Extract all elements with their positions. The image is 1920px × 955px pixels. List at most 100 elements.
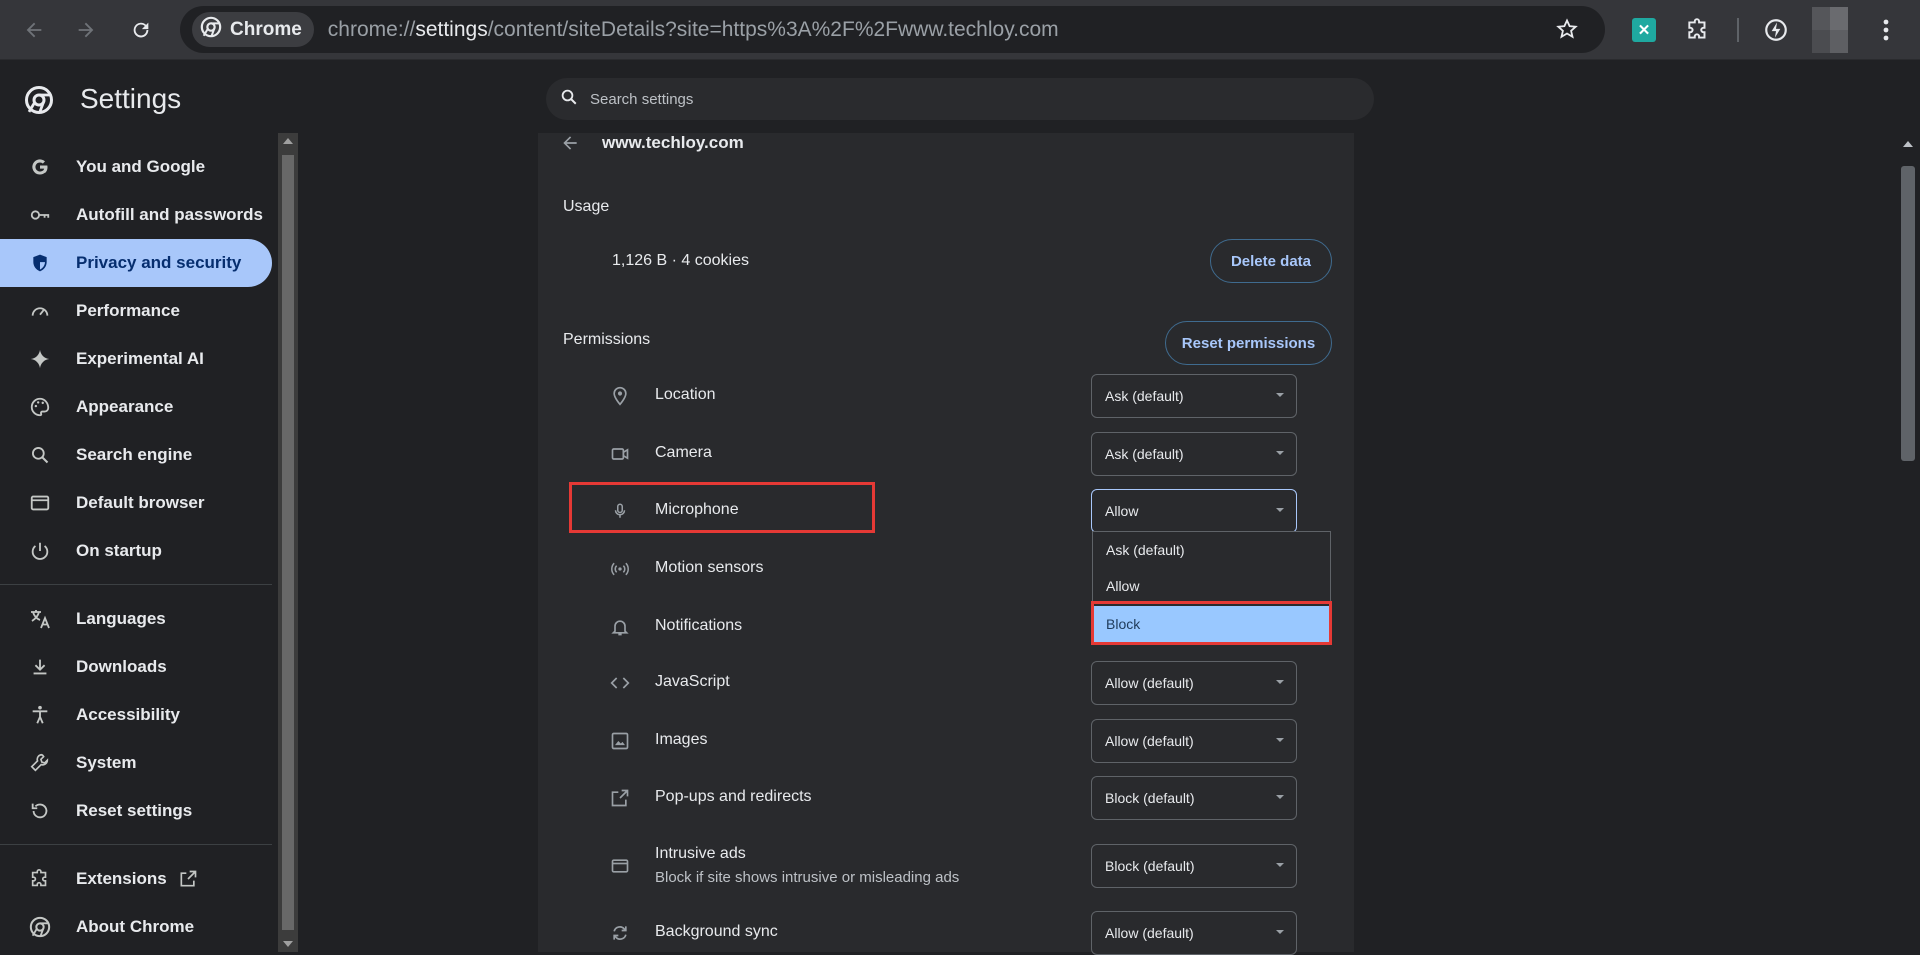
scroll-up-arrow-icon[interactable] <box>1903 141 1913 147</box>
sidebar-item-label: Languages <box>76 609 166 628</box>
puzzle-icon <box>28 867 52 891</box>
sidebar-scrollbar[interactable] <box>278 133 298 952</box>
sidebar-divider <box>0 584 272 585</box>
camera-icon <box>608 442 632 466</box>
translate-icon <box>28 607 52 631</box>
reset-permissions-button[interactable]: Reset permissions <box>1165 321 1332 365</box>
url-text[interactable]: chrome://settings/content/siteDetails?si… <box>328 18 1059 42</box>
sidebar-item-label: Downloads <box>76 657 167 676</box>
sidebar-item-privacy[interactable]: Privacy and security <box>0 239 272 287</box>
sidebar-item-label: Performance <box>76 301 180 320</box>
sidebar-item-accessibility[interactable]: Accessibility <box>0 691 272 739</box>
chrome-logo-icon <box>200 16 222 44</box>
image-icon <box>608 729 632 753</box>
scrollbar-thumb[interactable] <box>1901 166 1915 461</box>
main-scrollbar[interactable] <box>1896 133 1920 952</box>
caret-down-icon <box>1276 393 1284 397</box>
permission-label-notifications: Notifications <box>655 617 743 634</box>
wrench-icon <box>28 751 52 775</box>
permission-label-images: Images <box>655 731 708 748</box>
sidebar-item-label: Search engine <box>76 445 193 464</box>
sidebar-item-system[interactable]: System <box>0 739 272 787</box>
permission-label-location: Location <box>655 386 716 403</box>
sidebar-item-label: Default browser <box>76 493 205 512</box>
sidebar-item-downloads[interactable]: Downloads <box>0 643 272 691</box>
sidebar-item-you-and-google[interactable]: You and Google <box>0 143 272 191</box>
sidebar-item-performance[interactable]: Performance <box>0 287 272 335</box>
chrome-logo-icon <box>24 85 54 120</box>
microphone-select[interactable]: Allow <box>1091 489 1297 533</box>
avatar[interactable] <box>1812 7 1848 53</box>
sparkle-icon <box>28 347 52 371</box>
extension-icon[interactable]: ✕ <box>1626 12 1662 48</box>
kebab-menu-icon[interactable] <box>1868 12 1904 48</box>
delete-data-button[interactable]: Delete data <box>1210 239 1332 283</box>
intrusive-ads-select[interactable]: Block (default) <box>1091 844 1297 888</box>
permissions-heading: Permissions <box>563 331 651 348</box>
block-option-highlight-box <box>1091 601 1332 645</box>
sidebar-item-label: Extensions <box>76 869 167 888</box>
caret-down-icon <box>1276 738 1284 742</box>
site-chip[interactable]: Chrome <box>192 12 314 47</box>
sidebar-item-label: You and Google <box>76 157 206 176</box>
reload-icon[interactable] <box>121 10 161 50</box>
chrome-logo-icon <box>28 915 52 939</box>
sidebar-item-extensions[interactable]: Extensions <box>0 855 272 903</box>
camera-select[interactable]: Ask (default) <box>1091 432 1297 476</box>
scrollbar-thumb[interactable] <box>282 155 294 930</box>
permission-label-camera: Camera <box>655 444 712 461</box>
sidebar-item-autofill[interactable]: Autofill and passwords <box>0 191 272 239</box>
sidebar-item-languages[interactable]: Languages <box>0 595 272 643</box>
forward-arrow-icon[interactable] <box>66 10 106 50</box>
sidebar-item-appearance[interactable]: Appearance <box>0 383 272 431</box>
caret-down-icon <box>1276 508 1284 512</box>
reset-icon <box>28 799 52 823</box>
intrusive-ads-description: Block if site shows intrusive or mislead… <box>655 869 960 886</box>
sidebar-item-on-startup[interactable]: On startup <box>0 527 272 575</box>
caret-down-icon <box>1276 930 1284 934</box>
search-icon <box>560 88 578 111</box>
sidebar-item-label: Appearance <box>76 397 174 416</box>
back-arrow-icon[interactable] <box>560 133 580 158</box>
sidebar-item-label: Privacy and security <box>76 253 242 272</box>
search-bar[interactable] <box>546 78 1374 120</box>
sidebar-item-label: Reset settings <box>76 801 193 820</box>
sidebar-item-label: System <box>76 753 137 772</box>
back-arrow-icon[interactable] <box>14 10 54 50</box>
location-pin-icon <box>608 384 632 408</box>
accessibility-icon <box>28 703 52 727</box>
download-icon <box>28 655 52 679</box>
javascript-select[interactable]: Allow (default) <box>1091 661 1297 705</box>
location-select[interactable]: Ask (default) <box>1091 374 1297 418</box>
address-bar[interactable]: Chrome chrome://settings/content/siteDet… <box>180 6 1605 53</box>
caret-down-icon <box>1276 680 1284 684</box>
permission-label-background-sync: Background sync <box>655 923 778 940</box>
sidebar-item-experimental-ai[interactable]: Experimental AI <box>0 335 272 383</box>
performance-leaf-icon[interactable] <box>1758 12 1794 48</box>
scroll-down-arrow-icon[interactable] <box>283 941 293 947</box>
popups-select[interactable]: Block (default) <box>1091 776 1297 820</box>
sidebar-item-label: Accessibility <box>76 705 180 724</box>
bookmark-star-icon[interactable] <box>1555 17 1579 46</box>
scroll-up-arrow-icon[interactable] <box>283 138 293 144</box>
sidebar-item-reset-settings[interactable]: Reset settings <box>0 787 272 835</box>
search-input[interactable] <box>590 90 1290 108</box>
speedometer-icon <box>28 299 52 323</box>
sidebar-item-default-browser[interactable]: Default browser <box>0 479 272 527</box>
page-title: Settings <box>80 83 182 114</box>
puzzle-icon[interactable] <box>1680 12 1716 48</box>
option-ask-default[interactable]: Ask (default) <box>1093 532 1330 568</box>
option-allow[interactable]: Allow <box>1093 568 1330 604</box>
caret-down-icon <box>1276 795 1284 799</box>
browser-window-icon <box>28 491 52 515</box>
background-sync-select[interactable]: Allow (default) <box>1091 911 1297 955</box>
images-select[interactable]: Allow (default) <box>1091 719 1297 763</box>
sidebar-item-about-chrome[interactable]: About Chrome <box>0 903 272 951</box>
sidebar-item-search-engine[interactable]: Search engine <box>0 431 272 479</box>
usage-heading: Usage <box>563 198 610 215</box>
permission-label-intrusive-ads: Intrusive ads <box>655 845 746 862</box>
motion-sensors-icon <box>608 557 632 581</box>
code-icon <box>608 671 632 695</box>
ad-window-icon <box>608 854 632 878</box>
open-in-new-icon <box>178 869 198 894</box>
